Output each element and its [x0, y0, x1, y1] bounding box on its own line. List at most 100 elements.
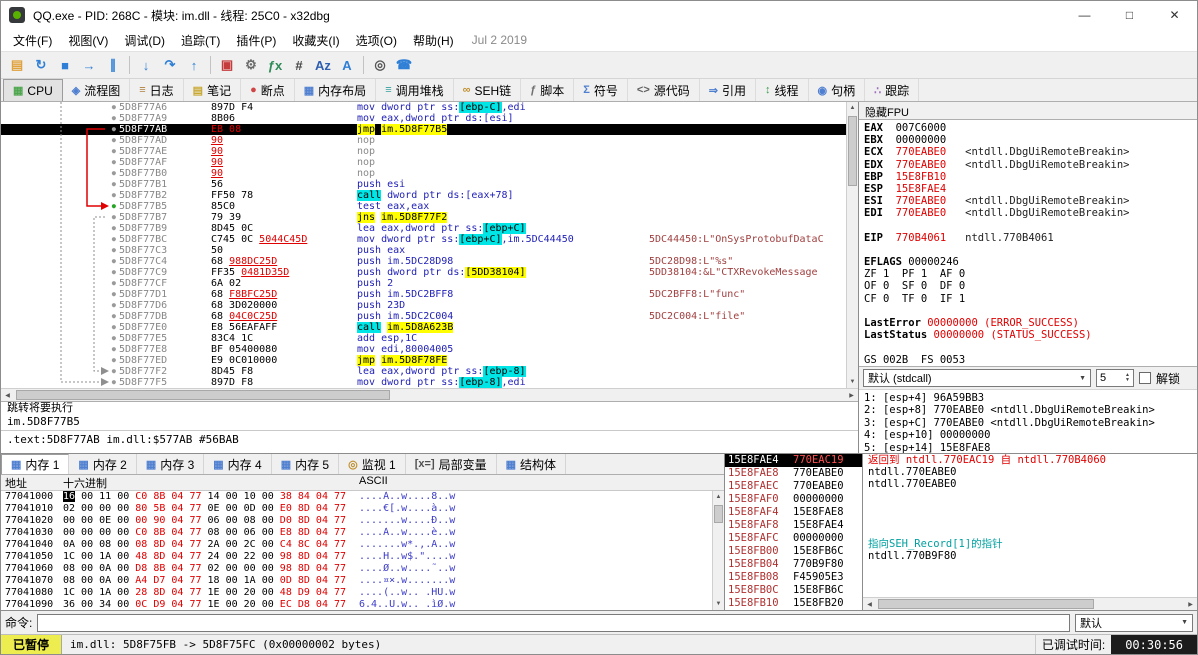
disasm-row[interactable]: ● 5D8F77B5 85C0 test eax,eax — [1, 201, 846, 212]
register-row[interactable]: EBP 15E8FB10 — [864, 171, 1192, 183]
patches-button[interactable]: ▣ — [215, 54, 239, 76]
goto-button[interactable]: # — [287, 54, 311, 76]
breakpoint-dot[interactable]: ● — [112, 268, 116, 276]
register-row[interactable]: ZF 1 PF 1 AF 0 — [864, 268, 1192, 280]
register-row[interactable] — [864, 305, 1192, 317]
tab-log[interactable]: ≡ 日志 — [130, 79, 184, 101]
stack-row[interactable]: 15E8FB08 F45905E3 — [725, 571, 862, 584]
register-row[interactable]: EFLAGS 00000246 — [864, 256, 1192, 268]
memory-row[interactable]: 77041080 1C 00 1A 00 28 8D 04 77 1E 00 20… — [1, 587, 712, 599]
breakpoint-dot[interactable]: ● — [112, 125, 116, 133]
tab-graph[interactable]: ◈ 流程图 — [63, 79, 131, 101]
register-row[interactable]: ESI 770EABE0 <ntdll.DbgUiRemoteBreakin> — [864, 195, 1192, 207]
memory-row[interactable]: 77041050 1C 00 1A 00 48 8D 04 77 24 00 22… — [1, 551, 712, 563]
step-into-button[interactable]: ↓ — [134, 54, 158, 76]
breakpoint-dot[interactable]: ● — [112, 356, 116, 364]
settings-button[interactable]: ⚙ — [239, 54, 263, 76]
menu-item[interactable]: 调试(D) — [116, 30, 173, 51]
tab-locals[interactable]: [x=] 局部变量 — [406, 454, 497, 474]
tab-memory-3[interactable]: ▦ 内存 3 — [137, 454, 205, 474]
disasm-row[interactable]: ● 5D8F77F2 8D45 F8 lea eax,dword ptr ss:[eb… — [1, 366, 846, 377]
register-row[interactable]: EDI 770EABE0 <ntdll.DbgUiRemoteBreakin> — [864, 207, 1192, 219]
highlight-button[interactable]: A — [335, 54, 359, 76]
disasm-row[interactable]: ● 5D8F77D6 68 3D020000 push 23D — [1, 300, 846, 311]
memory-row[interactable]: 77041000 16 00 11 00 C0 8B 04 77 14 00 10… — [1, 491, 712, 503]
breakpoint-dot[interactable]: ● — [112, 202, 116, 210]
restart-button[interactable]: ↻ — [29, 54, 53, 76]
breakpoint-dot[interactable]: ● — [112, 213, 116, 221]
menu-item[interactable]: 文件(F) — [5, 30, 60, 51]
menu-item[interactable]: 追踪(T) — [173, 30, 228, 51]
memory-rows[interactable]: 77041000 16 00 11 00 C0 8B 04 77 14 00 10… — [1, 491, 712, 610]
tab-memory-map[interactable]: ▦ 内存布局 — [295, 79, 377, 101]
stack-row[interactable]: 15E8FAF4 15E8FAE8 — [725, 506, 862, 519]
memory-row[interactable]: 77041030 00 00 00 00 C0 8B 04 77 08 00 06… — [1, 527, 712, 539]
breakpoint-dot[interactable]: ● — [112, 191, 116, 199]
stack-row[interactable]: 15E8FAE8 770EABE0 — [725, 467, 862, 480]
register-row[interactable]: ESP 15E8FAE4 — [864, 183, 1192, 195]
disasm-row[interactable]: ● 5D8F77ED E9 0C010000 jmp im.5D8F78FE — [1, 355, 846, 366]
maximize-button[interactable]: □ — [1107, 1, 1152, 29]
tab-memory-1[interactable]: ▦ 内存 1 — [1, 454, 70, 474]
tab-source[interactable]: <> 源代码 — [628, 79, 700, 101]
run-button[interactable]: → — [77, 54, 101, 76]
stop-button[interactable]: ■ — [53, 54, 77, 76]
disasm-row[interactable]: ● 5D8F77DB 68 04C0C25D push im.5DC2C004 5DC2… — [1, 311, 846, 322]
breakpoint-dot[interactable]: ● — [112, 103, 116, 111]
stack-argument-row[interactable]: 1: [esp+4] 96A59BB3 — [864, 392, 1192, 404]
breakpoint-dot[interactable]: ● — [112, 169, 116, 177]
execute-till-return-button[interactable]: ↑ — [182, 54, 206, 76]
stack-pane[interactable]: 15E8FAE4 770EAC19 15E8FAE8 770EABE0 15E8FAEC… — [725, 454, 863, 610]
disasm-row[interactable]: ● 5D8F77E8 BF 05400080 mov edi,80004005 — [1, 344, 846, 355]
breakpoint-dot[interactable]: ● — [112, 323, 116, 331]
tab-call-stack[interactable]: ≡ 调用堆栈 — [376, 79, 454, 101]
disasm-row[interactable]: ● 5D8F77A6 897D F4 mov dword ptr ss:[ebp-C]… — [1, 102, 846, 113]
register-row[interactable]: ECX 770EABE0 <ntdll.DbgUiRemoteBreakin> — [864, 146, 1192, 158]
scroll-right-icon[interactable]: ▶ — [845, 389, 858, 401]
tab-symbols[interactable]: Σ 符号 — [574, 79, 628, 101]
register-row[interactable]: GS 002B FS 0053 — [864, 354, 1192, 366]
scroll-thumb[interactable] — [714, 505, 723, 523]
scroll-down-icon[interactable]: ▼ — [713, 598, 724, 610]
tab-struct[interactable]: ▦ 结构体 — [497, 454, 567, 474]
stack-row[interactable]: 15E8FAE4 770EAC19 — [725, 454, 862, 467]
disasm-row[interactable]: ● 5D8F77AB EB 08 jmp im.5D8F77B5 — [1, 124, 846, 135]
tab-references[interactable]: ⇒ 引用 — [700, 79, 757, 101]
tab-handles[interactable]: ◉ 句柄 — [809, 79, 866, 101]
register-row[interactable]: CF 0 TF 0 IF 1 — [864, 293, 1192, 305]
arg-count-spinner[interactable]: 5 ▲ ▼ — [1096, 369, 1134, 387]
memory-row[interactable]: 77041020 00 00 0E 00 00 90 04 77 06 00 08… — [1, 515, 712, 527]
disasm-row[interactable]: ● 5D8F77A9 8B06 mov eax,dword ptr ds:[esi] — [1, 113, 846, 124]
memory-vertical-scrollbar[interactable]: ▲ ▼ — [712, 491, 724, 610]
disasm-horizontal-scrollbar[interactable]: ◀ ▶ — [1, 388, 858, 401]
minimize-button[interactable]: — — [1062, 1, 1107, 29]
disasm-row[interactable]: ● 5D8F77AD 90 nop — [1, 135, 846, 146]
breakpoint-dot[interactable]: ● — [112, 257, 116, 265]
close-button[interactable]: ✕ — [1152, 1, 1197, 29]
register-row[interactable] — [864, 244, 1192, 256]
disasm-vertical-scrollbar[interactable]: ▲ ▼ — [846, 102, 858, 388]
disasm-row[interactable]: ● 5D8F77AF 90 nop — [1, 157, 846, 168]
register-row[interactable] — [864, 341, 1192, 353]
disasm-row[interactable]: ● 5D8F77AE 90 nop — [1, 146, 846, 157]
stack-argument-row[interactable]: 4: [esp+10] 00000000 — [864, 429, 1192, 441]
scroll-up-icon[interactable]: ▲ — [847, 102, 858, 114]
menu-item[interactable]: 视图(V) — [60, 30, 116, 51]
memory-row[interactable]: 77041090 36 00 34 00 0C D9 04 77 1E 00 20… — [1, 599, 712, 610]
memory-row[interactable]: 77041040 0A 00 08 00 08 8D 04 77 2A 00 2C… — [1, 539, 712, 551]
tab-trace[interactable]: ∴ 跟踪 — [865, 79, 920, 101]
scroll-thumb[interactable] — [16, 390, 390, 400]
disasm-row[interactable]: ● 5D8F77B1 56 push esi — [1, 179, 846, 190]
register-row[interactable]: EBX 00000000 — [864, 134, 1192, 146]
stack-argument-row[interactable]: 5: [esp+14] 15E8FAE8 — [864, 442, 1192, 453]
menu-item[interactable]: 选项(O) — [348, 30, 405, 51]
memory-row[interactable]: 77041010 02 00 00 00 80 5B 04 77 0E 00 0D… — [1, 503, 712, 515]
scroll-left-icon[interactable]: ◀ — [863, 598, 876, 610]
stack-argument-row[interactable]: 3: [esp+C] 770EABE0 <ntdll.DbgUiRemoteBr… — [864, 417, 1192, 429]
breakpoint-dot[interactable]: ● — [112, 290, 116, 298]
memory-row[interactable]: 77041060 08 00 0A 00 D8 8B 04 77 02 00 00… — [1, 563, 712, 575]
disasm-row[interactable]: ● 5D8F77F5 897D F8 mov dword ptr ss:[ebp-8]… — [1, 377, 846, 388]
command-profile-dropdown[interactable]: 默认 ▼ — [1075, 613, 1193, 632]
menu-item[interactable]: 插件(P) — [228, 30, 284, 51]
calling-convention-dropdown[interactable]: 默认 (stdcall) ▼ — [863, 369, 1091, 387]
